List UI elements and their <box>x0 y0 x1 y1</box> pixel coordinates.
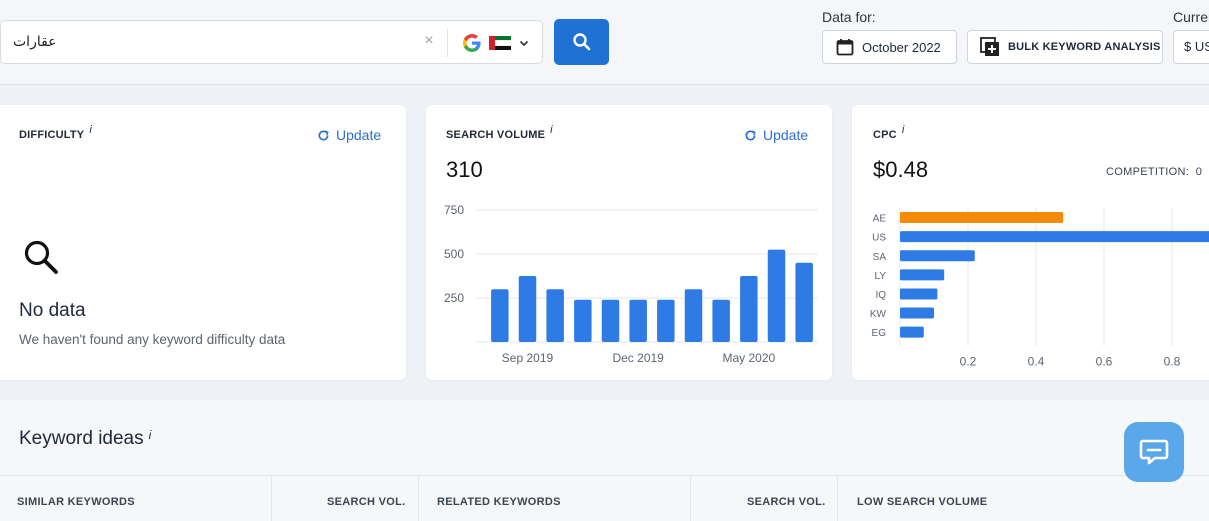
refresh-icon <box>318 129 329 140</box>
chat-button[interactable] <box>1124 422 1184 482</box>
x-tick-label: 0.2 <box>960 355 977 369</box>
google-icon <box>463 34 481 52</box>
y-tick-label: 250 <box>444 291 464 305</box>
clear-icon[interactable]: × <box>421 33 437 49</box>
data-for-label: Data for: <box>822 9 876 25</box>
calendar-icon <box>836 39 854 56</box>
top-bar: × Data for: Oct <box>0 0 1209 85</box>
volume-bar[interactable] <box>712 299 730 342</box>
currency-label: Currency <box>1173 9 1209 25</box>
info-icon[interactable]: i <box>149 428 152 442</box>
x-tick-label: 0.8 <box>1164 355 1181 369</box>
refresh-icon <box>745 129 756 140</box>
volume-bar[interactable] <box>629 299 647 342</box>
x-tick-label: Dec 2019 <box>612 351 664 365</box>
keyword-ideas-title: Keyword ideas i <box>19 428 152 449</box>
search-volume-title: SEARCH VOLUME i <box>446 124 553 141</box>
search-volume-update-button[interactable]: Update <box>744 127 808 143</box>
search-button[interactable] <box>554 19 609 65</box>
divider <box>690 476 691 521</box>
volume-bar[interactable] <box>740 276 758 342</box>
currency-selector[interactable]: $ USD <box>1173 30 1209 64</box>
volume-bar[interactable] <box>546 289 564 342</box>
cpc-bar[interactable] <box>900 250 975 262</box>
y-tick-label: 500 <box>444 247 464 261</box>
volume-bar[interactable] <box>795 262 813 342</box>
col-search-vol[interactable]: SEARCH VOL. <box>327 496 405 508</box>
x-tick-label: 0.6 <box>1096 355 1113 369</box>
volume-bar[interactable] <box>601 299 620 342</box>
country-label: SA <box>873 252 887 263</box>
col-low-search-volume[interactable]: LOW SEARCH VOLUME <box>857 496 987 508</box>
country-label: US <box>872 233 886 244</box>
country-label: EG <box>872 328 887 339</box>
month-selector[interactable]: October 2022 <box>822 30 957 64</box>
keyword-search-box[interactable]: × <box>0 20 543 64</box>
volume-bar[interactable] <box>684 289 703 342</box>
cpc-bar[interactable] <box>900 307 934 319</box>
database-selector[interactable] <box>463 32 529 54</box>
info-icon[interactable]: i <box>89 124 92 136</box>
divider <box>271 476 272 521</box>
divider <box>837 476 838 521</box>
cpc-bar[interactable] <box>900 231 1209 243</box>
bulk-label: BULK KEYWORD ANALYSIS <box>1008 41 1161 53</box>
cpc-bar[interactable] <box>900 269 945 281</box>
chat-icon <box>1139 439 1169 465</box>
x-tick-label: 0.4 <box>1028 355 1045 369</box>
uae-flag-icon <box>489 36 511 50</box>
x-tick-label: May 2020 <box>722 351 775 365</box>
volume-bar[interactable] <box>574 299 592 342</box>
cpc-bar[interactable] <box>900 288 938 300</box>
search-icon <box>572 33 590 51</box>
volume-bar[interactable] <box>518 276 537 342</box>
competition: COMPETITION: 0 <box>1106 166 1203 178</box>
keyword-ideas-header <box>0 475 1209 521</box>
search-volume-chart: 250 500 750 Sep 2019 Dec 2019 May 2020 <box>444 203 818 365</box>
info-icon[interactable]: i <box>550 124 553 136</box>
divider <box>418 476 419 521</box>
keyword-input[interactable] <box>13 21 413 63</box>
difficulty-update-button[interactable]: Update <box>317 127 381 143</box>
add-box-icon <box>980 37 999 56</box>
country-label: LY <box>875 271 887 282</box>
col-similar-keywords[interactable]: SIMILAR KEYWORDS <box>17 496 135 508</box>
cpc-bar[interactable] <box>900 212 1064 224</box>
col-related-keywords[interactable]: RELATED KEYWORDS <box>437 496 561 508</box>
cpc-value: $0.48 <box>873 157 929 182</box>
y-tick-label: 750 <box>444 203 464 217</box>
country-label: AE <box>873 214 887 225</box>
volume-bar[interactable] <box>657 299 675 342</box>
divider <box>447 29 448 57</box>
month-value: October 2022 <box>862 39 941 55</box>
search-volume-value: 310 <box>446 157 483 182</box>
cpc-bar[interactable] <box>900 326 924 338</box>
col-search-vol-related[interactable]: SEARCH VOL. <box>747 496 825 508</box>
no-data-message: We haven't found any keyword difficulty … <box>19 332 286 347</box>
volume-bar[interactable] <box>491 289 509 342</box>
chevron-down-icon <box>519 40 529 47</box>
country-label: KW <box>870 309 887 320</box>
cpc-title: CPC i <box>873 124 905 141</box>
bulk-keyword-analysis-button[interactable]: BULK KEYWORD ANALYSIS <box>967 30 1163 64</box>
country-label: IQ <box>875 290 886 301</box>
x-tick-label: Sep 2019 <box>502 351 554 365</box>
cpc-by-country-chart: 0.2 0.4 0.6 0.8 AE US SA LY IQ KW EG <box>870 208 1209 369</box>
magnifier-icon <box>24 240 58 274</box>
volume-bar[interactable] <box>767 249 786 342</box>
no-data-title: No data <box>19 300 86 321</box>
difficulty-title: DIFFICULTY i <box>19 124 92 141</box>
